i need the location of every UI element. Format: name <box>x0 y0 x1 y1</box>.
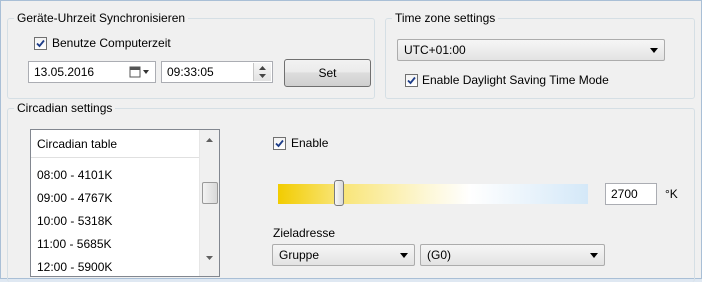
slider-thumb[interactable] <box>334 180 344 206</box>
time-field[interactable]: 09:33:05 <box>161 61 273 83</box>
target-type-value: Gruppe <box>279 248 320 262</box>
use-pc-time-checkbox[interactable] <box>34 37 47 50</box>
timezone-selected: UTC+01:00 <box>404 43 466 57</box>
chevron-down-icon <box>590 253 598 258</box>
circadian-table-header: Circadian table <box>31 130 200 158</box>
list-item[interactable]: 08:00 - 4101K <box>37 165 112 185</box>
dst-label: Enable Daylight Saving Time Mode <box>422 73 609 87</box>
scrollbar-thumb[interactable] <box>202 182 218 204</box>
list-item[interactable]: 11:00 - 5685K <box>37 234 112 254</box>
target-type-select[interactable]: Gruppe <box>272 244 415 266</box>
date-value: 13.05.2016 <box>34 65 95 79</box>
sync-legend: Geräte-Uhrzeit Synchronisieren <box>17 11 186 25</box>
use-pc-time-label: Benutze Computerzeit <box>52 36 171 50</box>
color-temperature-slider[interactable] <box>278 180 588 206</box>
date-field[interactable]: 13.05.2016 <box>28 61 156 83</box>
circadian-table[interactable]: Circadian table 08:00 - 4101K 09:00 - 47… <box>30 129 220 277</box>
spinner-arrows-icon <box>259 66 266 78</box>
chevron-down-icon <box>400 253 408 258</box>
circadian-table-header-label: Circadian table <box>37 137 118 151</box>
enable-label: Enable <box>291 136 329 150</box>
settings-window: Geräte-Uhrzeit Synchronisieren Benutze C… <box>0 0 702 282</box>
check-icon <box>407 76 416 85</box>
timezone-select[interactable]: UTC+01:00 <box>397 39 665 61</box>
list-item[interactable]: 09:00 - 4767K <box>37 188 112 208</box>
list-item[interactable]: 10:00 - 5318K <box>37 211 112 231</box>
kelvin-input[interactable]: 2700 <box>605 183 657 205</box>
target-group-value: (G0) <box>427 248 451 262</box>
calendar-dropdown-icon[interactable] <box>129 66 151 78</box>
timezone-legend: Time zone settings <box>395 11 496 25</box>
list-item[interactable]: 12:00 - 5900K <box>37 257 112 276</box>
time-value: 09:33:05 <box>167 65 214 79</box>
time-spinner[interactable] <box>253 63 271 81</box>
target-group-select[interactable]: (G0) <box>420 244 605 266</box>
check-icon <box>36 39 45 48</box>
check-icon <box>275 139 284 148</box>
kelvin-value: 2700 <box>611 187 638 201</box>
enable-checkbox[interactable] <box>273 137 286 150</box>
dst-checkbox[interactable] <box>405 74 418 87</box>
circadian-legend: Circadian settings <box>17 101 113 115</box>
target-address-label: Zieladresse <box>273 226 336 240</box>
chevron-down-icon <box>650 48 658 53</box>
kelvin-unit: °K <box>665 187 678 201</box>
set-button[interactable]: Set <box>284 59 371 87</box>
scrollbar[interactable] <box>199 130 219 276</box>
